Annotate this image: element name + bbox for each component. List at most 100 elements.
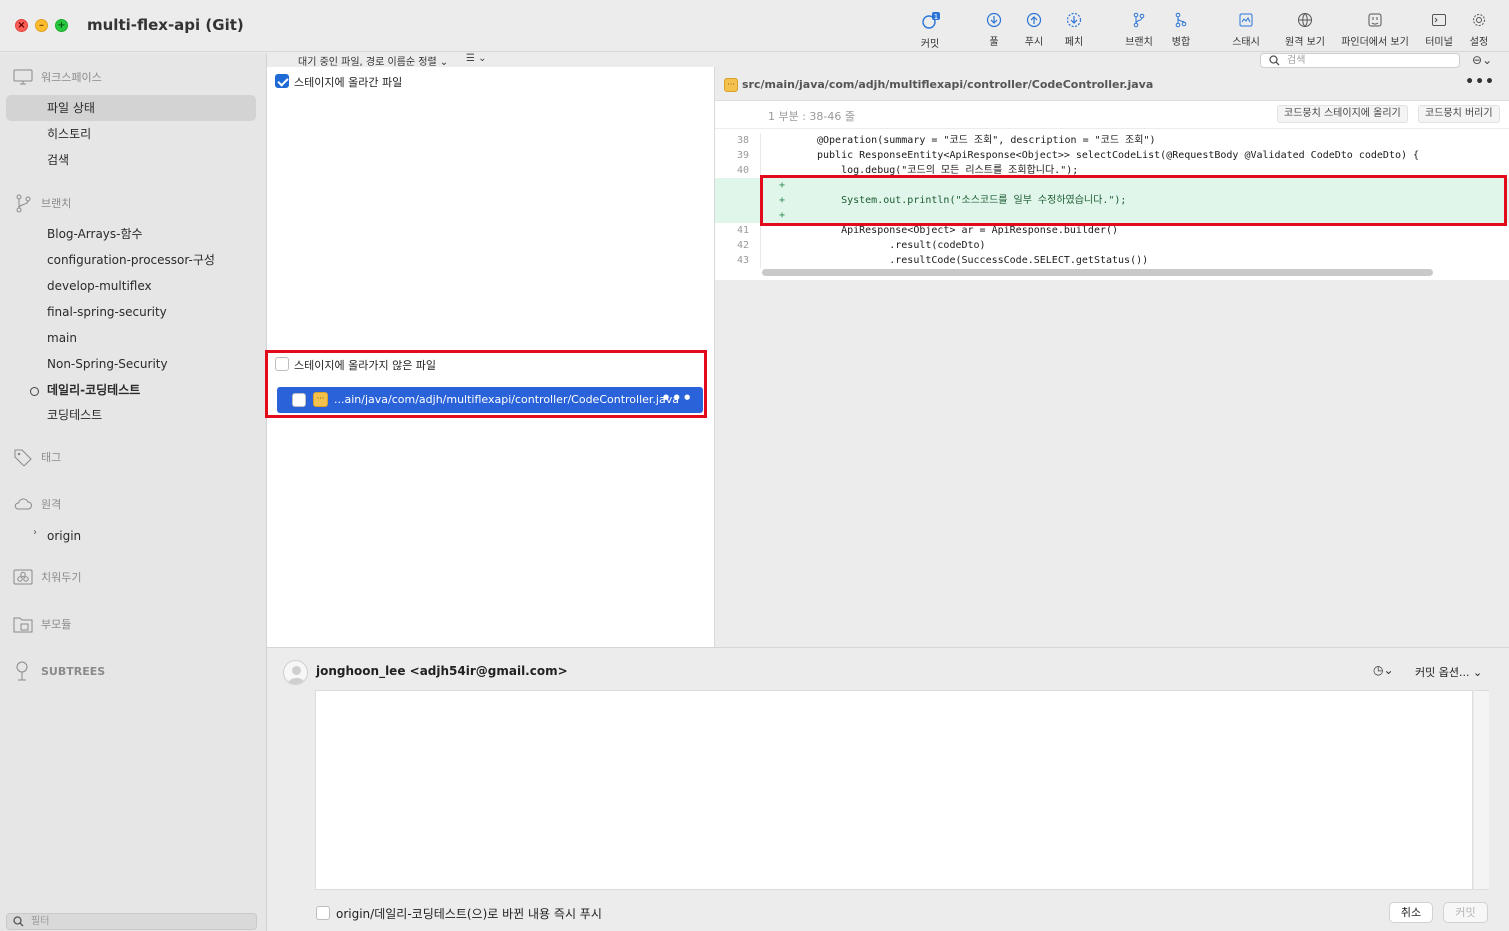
commit-message-input[interactable] <box>315 690 1473 890</box>
sidebar-item-history[interactable]: 히스토리 <box>47 125 91 143</box>
terminal-toolbar-button[interactable]: 터미널 <box>1422 10 1456 50</box>
stash-icon <box>13 569 33 585</box>
sidebar-item-search[interactable]: 검색 <box>47 151 69 169</box>
line-number: 41 <box>736 225 749 236</box>
sidebar-item-current-branch[interactable]: 데일리-코딩테스트 <box>47 381 140 399</box>
sidebar: 워크스페이스 파일 상태 히스토리 검색 브랜치 Blog-Arrays-함수 … <box>0 53 267 931</box>
clock-icon: ◷ <box>1373 663 1384 677</box>
more-actions-icon[interactable]: ••• <box>661 389 693 407</box>
sidebar-section-workspace[interactable]: 워크스페이스 <box>13 67 102 87</box>
file-path: ...ain/java/com/adjh/multiflexapi/contro… <box>334 393 679 406</box>
sidebar-section-tags[interactable]: 태그 <box>13 447 61 467</box>
added-code-line: + <box>715 208 1509 223</box>
finder-view-label: 파인더에서 보기 <box>1341 37 1409 48</box>
commit-toolbar-button[interactable]: 1 커밋 <box>915 10 945 50</box>
hunk-header: 1 부분 : 38-46 줄 코드뭉치 스테이지에 올리기 코드뭉치 버리기 <box>715 101 1509 129</box>
pull-toolbar-button[interactable]: 풀 <box>980 10 1008 50</box>
maximize-window-button[interactable]: + <box>55 19 68 32</box>
sort-dropdown[interactable]: 대기 중인 파일, 경로 이름순 정렬 ⌄ <box>298 53 448 68</box>
discard-hunk-button[interactable]: 코드뭉치 버리기 <box>1418 105 1500 123</box>
commit-history-button[interactable]: ◷⌄ <box>1373 663 1394 677</box>
sidebar-section-submodules[interactable]: 부모듈 <box>13 614 71 634</box>
stash-toolbar-button[interactable]: 스태시 <box>1228 10 1264 50</box>
view-options-button[interactable]: ⊖⌄ <box>1472 53 1492 67</box>
sidebar-item-branch[interactable]: configuration-processor-구성 <box>47 251 215 269</box>
commit-options-dropdown[interactable]: 커밋 옵션... ⌄ <box>1415 664 1482 680</box>
sidebar-item-remote-origin[interactable]: origin <box>47 527 81 545</box>
chevron-down-icon: ⌄ <box>1383 663 1394 677</box>
unstaged-file-row[interactable]: ··· ...ain/java/com/adjh/multiflexapi/co… <box>277 387 703 413</box>
diff-marker: + <box>779 210 786 221</box>
sidebar-item-branch[interactable]: Non-Spring-Security <box>47 355 168 373</box>
stashes-label: 치워두기 <box>41 571 82 584</box>
added-code-line: + System.out.println("소스코드를 일부 수정하였습니다."… <box>715 193 1509 208</box>
close-window-button[interactable]: × <box>15 19 28 32</box>
line-number: 39 <box>736 150 749 161</box>
push-toolbar-button[interactable]: 푸시 <box>1020 10 1048 50</box>
remote-view-toolbar-button[interactable]: 원격 보기 <box>1282 10 1328 50</box>
sidebar-section-branches[interactable]: 브랜치 <box>13 193 71 213</box>
stage-hunk-button[interactable]: 코드뭉치 스테이지에 올리기 <box>1277 105 1408 123</box>
modified-file-icon: ··· <box>313 392 328 407</box>
chevron-right-icon[interactable]: › <box>33 527 37 538</box>
push-immediately-checkbox[interactable] <box>316 906 330 920</box>
search-icon <box>13 916 24 927</box>
pull-icon <box>986 12 1002 28</box>
message-scrollbar[interactable] <box>1474 690 1489 890</box>
sidebar-filter-input[interactable]: 필터 <box>6 913 257 930</box>
push-icon <box>1026 12 1042 28</box>
current-branch-indicator-icon <box>30 387 39 396</box>
pull-label: 풀 <box>989 37 999 48</box>
sort-bar: 대기 중인 파일, 경로 이름순 정렬 ⌄ ☰ ⌄ <box>267 53 715 68</box>
list-view-toggle[interactable]: ☰ ⌄ <box>466 53 487 64</box>
code-text: System.out.println("소스코드를 일부 수정하였습니다."); <box>817 195 1127 206</box>
terminal-icon <box>1432 14 1446 26</box>
chevron-down-icon: ⌄ <box>1482 53 1493 67</box>
sidebar-section-stashes[interactable]: 치워두기 <box>13 567 81 587</box>
sidebar-item-branch[interactable]: Blog-Arrays-함수 <box>47 225 143 243</box>
diff-pane: 검색 ⊖⌄ ··· src/main/java/com/adjh/multifl… <box>715 53 1509 647</box>
minimize-window-button[interactable]: – <box>35 19 48 32</box>
hunk-range-label: 1 부분 : 38-46 줄 <box>768 110 856 123</box>
sort-label: 대기 중인 파일, 경로 이름순 정렬 <box>298 57 437 68</box>
chevron-down-icon: ⌄ <box>439 57 449 68</box>
merge-toolbar-button[interactable]: 병합 <box>1168 10 1194 50</box>
sidebar-selection-highlight <box>6 95 256 121</box>
more-actions-icon[interactable]: ••• <box>1465 74 1495 90</box>
fetch-label: 페치 <box>1064 37 1084 48</box>
added-code-line: + <box>715 178 1509 193</box>
staged-files-checkbox[interactable] <box>275 74 289 88</box>
cancel-button[interactable]: 취소 <box>1389 902 1433 923</box>
file-stage-checkbox[interactable] <box>292 393 306 407</box>
unstaged-files-label: 스테이지에 올라가지 않은 파일 <box>294 359 437 372</box>
sidebar-item-file-status[interactable]: 파일 상태 <box>47 99 95 117</box>
finder-icon <box>1368 13 1382 27</box>
settings-toolbar-button[interactable]: 설정 <box>1466 10 1492 50</box>
diff-file-header: ··· src/main/java/com/adjh/multiflexapi/… <box>715 71 1509 99</box>
sidebar-section-remotes[interactable]: 원격 <box>13 494 61 514</box>
globe-icon <box>1298 13 1312 27</box>
search-placeholder: 검색 <box>1287 55 1306 66</box>
sidebar-item-branch[interactable]: final-spring-security <box>47 303 167 321</box>
branch-label: 브랜치 <box>1125 37 1153 48</box>
unstaged-files-checkbox[interactable] <box>275 357 289 371</box>
code-text: .resultCode(SuccessCode.SELECT.getStatus… <box>817 255 1149 266</box>
merge-label: 병합 <box>1171 37 1191 48</box>
code-line: 42 .result(codeDto) <box>715 238 1509 253</box>
staged-files-label: 스테이지에 올라간 파일 <box>294 76 403 89</box>
more-circle-icon: ⊖ <box>1472 53 1483 67</box>
commit-options-label: 커밋 옵션... <box>1415 666 1470 679</box>
sidebar-section-subtrees[interactable]: SUBTREES <box>13 661 105 681</box>
commit-button[interactable]: 커밋 <box>1443 902 1488 923</box>
fetch-toolbar-button[interactable]: 페치 <box>1060 10 1088 50</box>
branch-toolbar-button[interactable]: 브랜치 <box>1122 10 1156 50</box>
sidebar-item-branch[interactable]: 코딩테스트 <box>47 406 102 424</box>
diff-search-input[interactable]: 검색 <box>1260 53 1460 68</box>
sidebar-item-branch[interactable]: develop-multiflex <box>47 277 152 295</box>
remotes-label: 원격 <box>41 498 62 511</box>
line-number: 43 <box>736 255 749 266</box>
horizontal-scrollbar[interactable] <box>762 269 1433 276</box>
finder-view-toolbar-button[interactable]: 파인더에서 보기 <box>1339 10 1411 50</box>
sidebar-item-branch[interactable]: main <box>47 329 77 347</box>
monitor-icon <box>13 69 33 85</box>
